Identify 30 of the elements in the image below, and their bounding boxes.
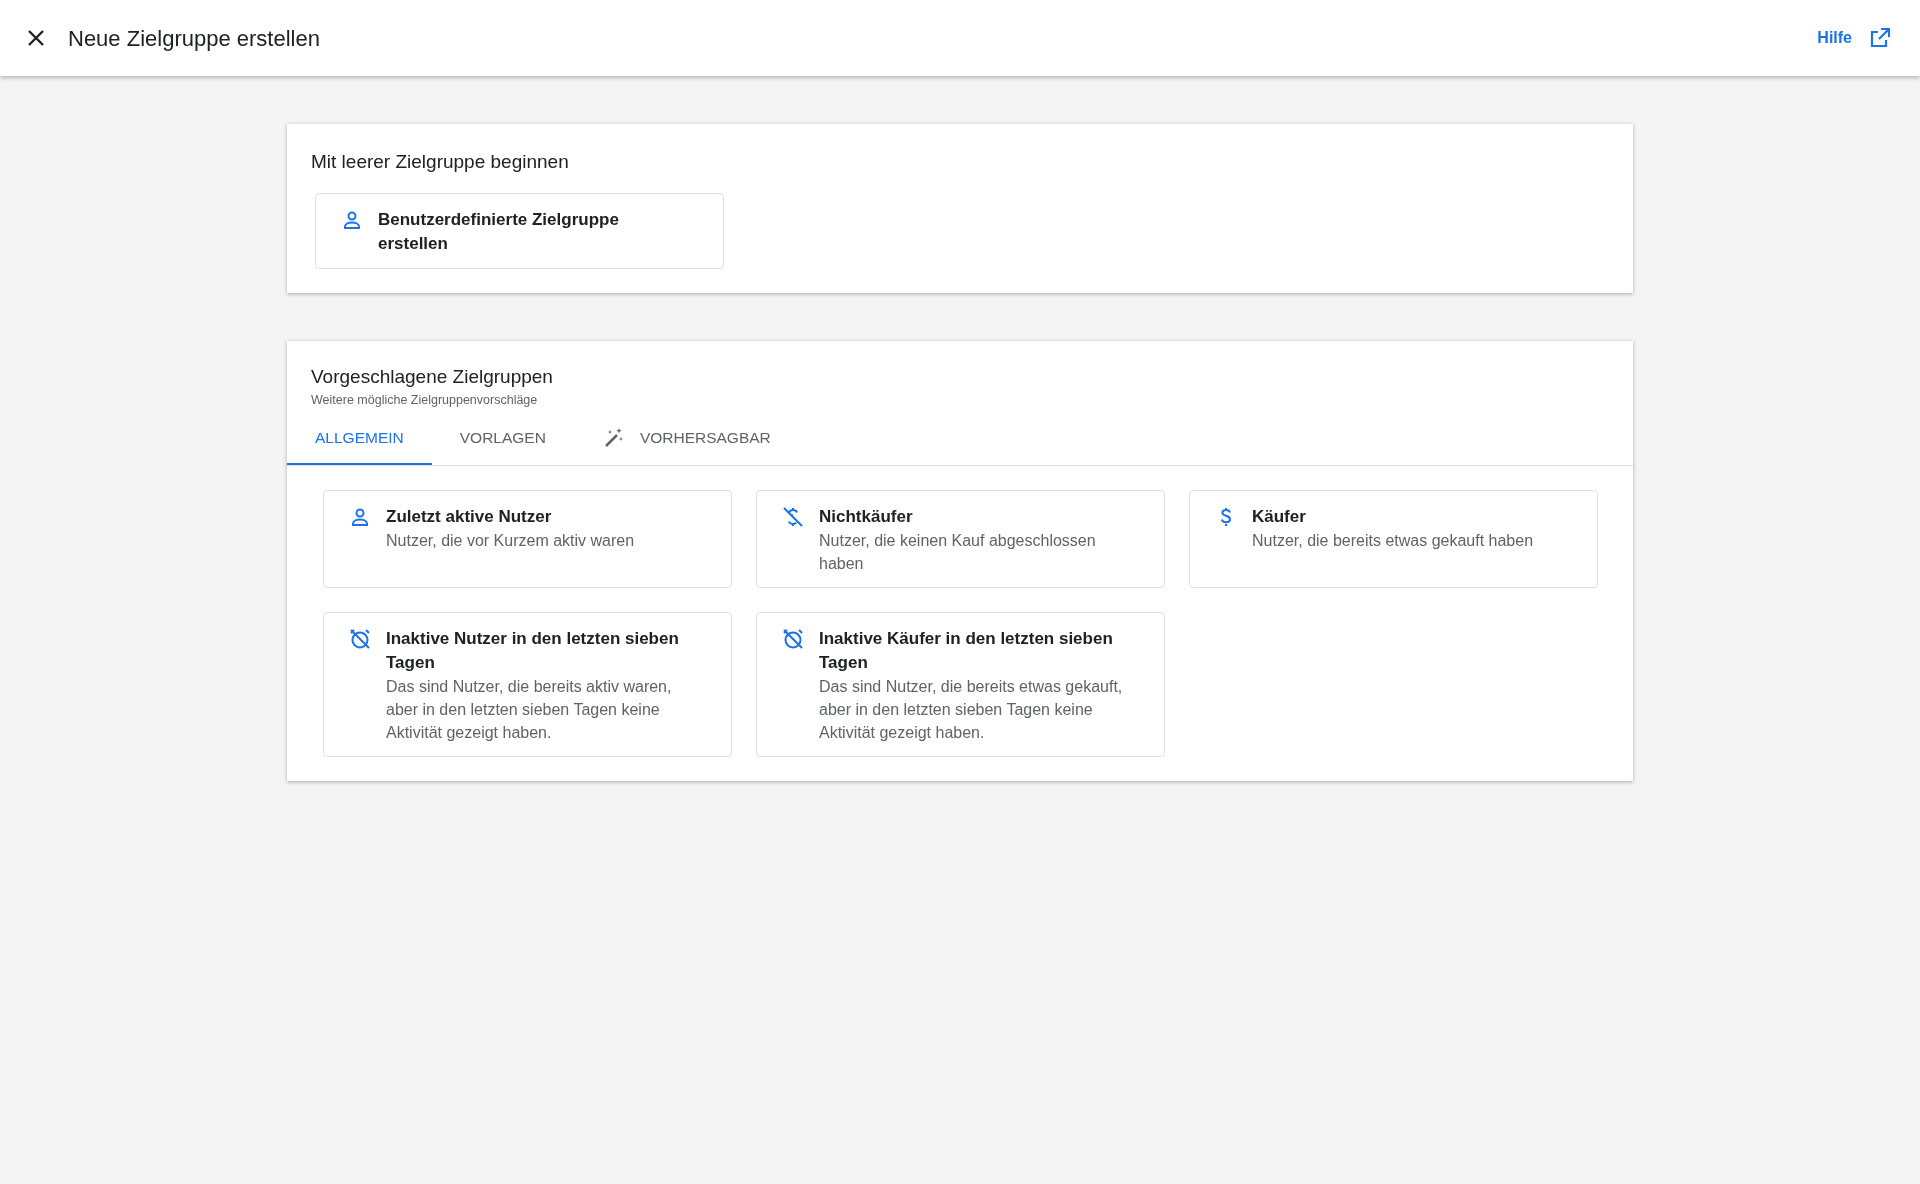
option-title: Benutzerdefinierte Zielgruppe erstellen [378, 208, 620, 255]
option-title: Käufer [1252, 505, 1307, 528]
section-title: Vorgeschlagene Zielgruppen [311, 364, 554, 389]
option-description: Nutzer, die bereits etwas gekauft haben [1252, 530, 1534, 551]
option-title: Zuletzt aktive Nutzer [386, 505, 553, 528]
option-description: Nutzer, die keinen Kauf abgeschlossen haben [819, 530, 1097, 574]
help-link[interactable]: Hilfe [1817, 26, 1852, 50]
tab[interactable]: ALLGEMEIN [287, 413, 432, 465]
tab[interactable]: VORHERSAGBAR [573, 413, 799, 465]
page-title: Neue Zielgruppe erstellen [68, 24, 320, 53]
audience-option-card[interactable]: Zuletzt aktive Nutzer Nutzer, die vor Kurzem aktiv waren [323, 489, 732, 588]
option-title: Inaktive Nutzer in den letzten sieben Tagen [386, 627, 680, 674]
section-subtitle: Weitere mögliche Zielgruppenvorschläge [311, 392, 539, 409]
section-title: Mit leerer Zielgruppe beginnen [311, 150, 570, 174]
option-description: Das sind Nutzer, die bereits etwas gekauft, aber in den letzten sieben Tagen keine Aktivität gezeigt haben. [819, 676, 1124, 743]
option-description: Nutzer, die vor Kurzem aktiv waren [386, 530, 635, 551]
crossed-dollar-icon [781, 504, 805, 529]
audience-option-card[interactable]: Käufer Nutzer, die bereits etwas gekauft haben [1189, 489, 1598, 588]
close-icon [26, 28, 46, 48]
audience-option-card[interactable]: Benutzerdefinierte Zielgruppe erstellen [315, 192, 724, 269]
crossed-alarm-clock-icon [348, 626, 372, 651]
audience-option-card[interactable]: Inaktive Nutzer in den letzten sieben Tagen Das sind Nutzer, die bereits aktiv waren, aber in den letzten sieben Tagen keine Aktivität gezeigt haben. [323, 611, 732, 757]
option-title: Inaktive Käufer in den letzten sieben Tagen [819, 627, 1114, 674]
tab[interactable]: VORLAGEN [431, 413, 574, 465]
option-title: Nichtkäufer [819, 505, 914, 528]
audience-option-card[interactable]: Inaktive Käufer in den letzten sieben Tagen Das sind Nutzer, die bereits etwas gekauft, aber in den letzten sieben Tagen keine Aktivität gezeigt haben. [756, 611, 1165, 757]
crossed-alarm-clock-icon [781, 626, 805, 651]
option-description: Das sind Nutzer, die bereits aktiv waren, aber in den letzten sieben Tagen keine Aktivität gezeigt haben. [386, 676, 673, 743]
audience-option-card[interactable]: Nichtkäufer Nutzer, die keinen Kauf abgeschlossen haben [756, 489, 1165, 588]
external-link-icon[interactable] [1868, 26, 1892, 50]
